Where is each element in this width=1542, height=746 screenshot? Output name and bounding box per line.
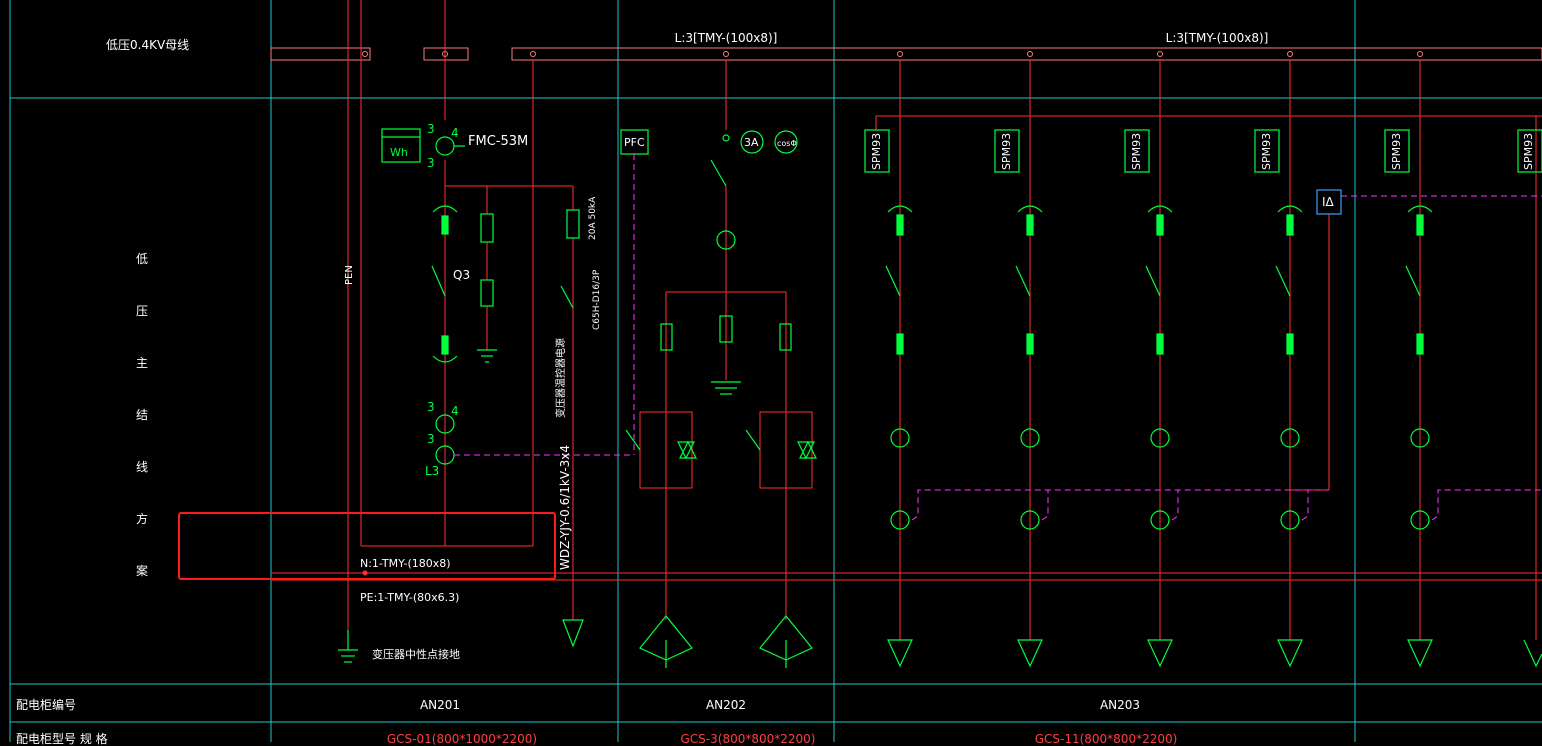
cabinet-an202-label: AN202 (705, 698, 747, 712)
cable-spec-label: WDZ-YJY-0.6/1kV-3x4 (558, 444, 572, 570)
busbar-spec-right: L:3[TMY-(100x8)] (1165, 31, 1269, 45)
single-line-diagram (9, 0, 1542, 742)
cabinet-an203-label: AN203 (1099, 698, 1141, 712)
ct-ratio-label: 3 (427, 432, 435, 446)
feeder-devices (885, 205, 1542, 668)
control-wiring (454, 154, 1542, 521)
spm93-meter-label: SPM93 (1260, 132, 1273, 170)
power-factor-meter-label: cosΦ (777, 139, 797, 148)
an201-devices (338, 128, 584, 663)
cabinet-model-an201: GCS-01(800*1000*2200) (386, 732, 538, 746)
ct-ratio-label: 3 (427, 122, 435, 136)
watt-hour-meter-label: Wh (390, 146, 408, 159)
arrester-spec-label: 20A 50kA (588, 196, 598, 240)
busbar-row-label: 低压0.4KV母线 (106, 38, 190, 52)
spm93-meter-label: SPM93 (1000, 132, 1013, 170)
scheme-label-char: 压 (136, 304, 149, 318)
an202-devices (620, 129, 817, 668)
ct-count-label: 4 (451, 404, 459, 418)
cabinet-number-header: 配电柜编号 (16, 698, 77, 712)
ct-l3-label: L3 (425, 464, 440, 478)
breaker-q3-label: Q3 (453, 268, 471, 282)
cabinet-model-an203: GCS-11(800*800*2200) (1034, 732, 1178, 746)
spm93-meter-label: SPM93 (1522, 132, 1535, 170)
busbar-spec-left: L:3[TMY-(100x8)] (674, 31, 778, 45)
main-busbar (270, 47, 1542, 61)
scheme-label-char: 主 (136, 356, 149, 370)
grounding-note: 变压器中性点接地 (372, 648, 460, 661)
scheme-label-char: 方 (136, 512, 149, 526)
pfc-controller-label: PFC (624, 136, 645, 149)
neutral-bar-spec: N:1-TMY-(180x8) (360, 557, 451, 570)
spm93-meter-label: SPM93 (1130, 132, 1143, 170)
feeder-purpose-label: 变压器温控器电源 (556, 338, 567, 418)
ct-ratio-label: 3 (427, 400, 435, 414)
pe-bar-spec: PE:1-TMY-(80x6.3) (360, 591, 460, 604)
busbar-taps (362, 51, 1423, 57)
scheme-label-char: 案 (136, 564, 149, 578)
pen-conductor-label: PEN (344, 265, 355, 285)
ct-ratio-label: 3 (427, 156, 435, 170)
spm93-meter-label: SPM93 (1390, 132, 1403, 170)
scheme-label-char: 低 (136, 252, 149, 266)
ammeter-label: 3A (744, 136, 759, 149)
spm93-meter-label: SPM93 (870, 132, 883, 170)
scheme-label-char: 结 (136, 408, 149, 422)
multifunction-meter-label: FMC-53M (468, 134, 529, 149)
scheme-label-char: 线 (136, 460, 149, 474)
ct-count-label: 4 (451, 126, 459, 140)
an203-feeders (864, 60, 1542, 668)
cabinet-model-an202: GCS-3(800*800*2200) (680, 732, 816, 746)
frame-grid (9, 0, 1542, 742)
breaker-spec-label: C65H-D16/3P (592, 269, 602, 330)
cabinet-model-header: 配电柜型号 规 格 (16, 732, 108, 746)
leakage-sensor-label: IΔ (1322, 195, 1334, 209)
cabinet-an201-label: AN201 (419, 698, 461, 712)
